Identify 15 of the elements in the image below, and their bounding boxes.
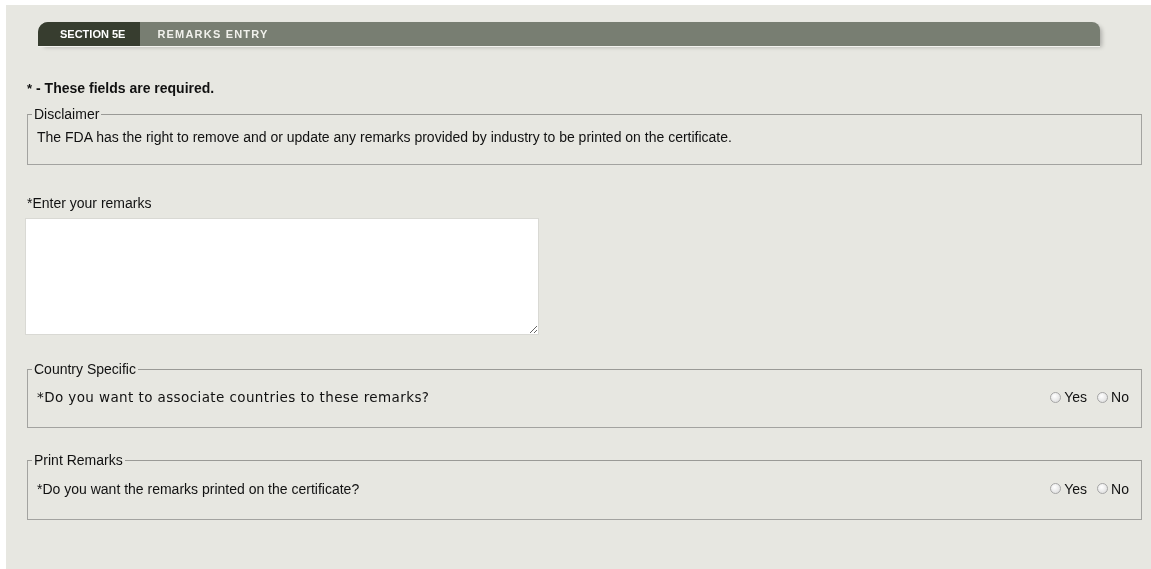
radio-option[interactable]: Yes <box>1050 389 1088 405</box>
radio-option[interactable]: No <box>1097 480 1129 497</box>
field-label: *Enter your remarks <box>27 195 153 211</box>
group-legend: Country Specific <box>32 361 138 377</box>
disclaimer-text: The FDA has the right to remove and or update any remarks provided by industry to be printed on the certificate. <box>37 129 732 145</box>
required-note: - These fields are required. <box>36 80 215 96</box>
remarks-field[interactable] <box>25 218 539 335</box>
radio-option[interactable]: Yes <box>1050 480 1088 497</box>
group-legend: Print Remarks <box>32 452 125 468</box>
group-legend: Disclaimer <box>32 106 102 122</box>
required-asterisk: * <box>27 81 33 96</box>
question-text: *Do you want to associate countries to these remarks? <box>37 389 430 405</box>
question-text: *Do you want the remarks printed on the certificate? <box>37 480 360 497</box>
section-title: REMARKS ENTRY <box>156 27 270 42</box>
radio-option[interactable]: No <box>1097 389 1129 405</box>
